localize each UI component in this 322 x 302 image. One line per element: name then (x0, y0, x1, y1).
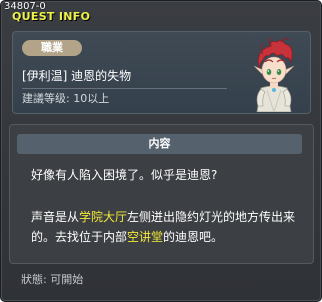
level-requirement: 建議等级: 10以上 (22, 92, 110, 105)
job-badge: 職業 (22, 40, 82, 56)
quest-name: [伊利温] 迪恩的失物 (22, 69, 132, 83)
summary-divider (22, 88, 227, 89)
window-title: QUEST INFO (12, 10, 91, 23)
quest-status: 狀態: 可開始 (21, 273, 84, 286)
description-line-1: 好像有人陷入困境了。似乎是迪恩? (31, 168, 218, 182)
quest-summary-panel: 職業 [伊利温] 迪恩的失物 建議等级: 10以上 (12, 31, 311, 114)
quest-content-panel: 内容 好像有人陷入困境了。似乎是迪恩? 声音是从学院大厅左侧迸出隐约灯光的地方传… (9, 124, 314, 264)
npc-portrait (253, 37, 295, 112)
description-text: 声音是从 (31, 210, 80, 224)
location-highlight-hall: 学院大厅 (79, 210, 128, 224)
content-header: 内容 (17, 134, 302, 154)
window-header[interactable]: 34807-0 QUEST INFO (1, 1, 321, 27)
location-highlight-lecture: 空讲堂 (127, 230, 164, 244)
quest-info-window: 34807-0 QUEST INFO 職業 [伊利温] 迪恩的失物 建議等级: … (0, 0, 322, 302)
description-text: 的迪恩吧。 (163, 230, 224, 244)
description-line-2: 声音是从学院大厅左侧迸出隐约灯光的地方传出来的。去找位于内部空讲堂的迪恩吧。 (31, 207, 311, 247)
